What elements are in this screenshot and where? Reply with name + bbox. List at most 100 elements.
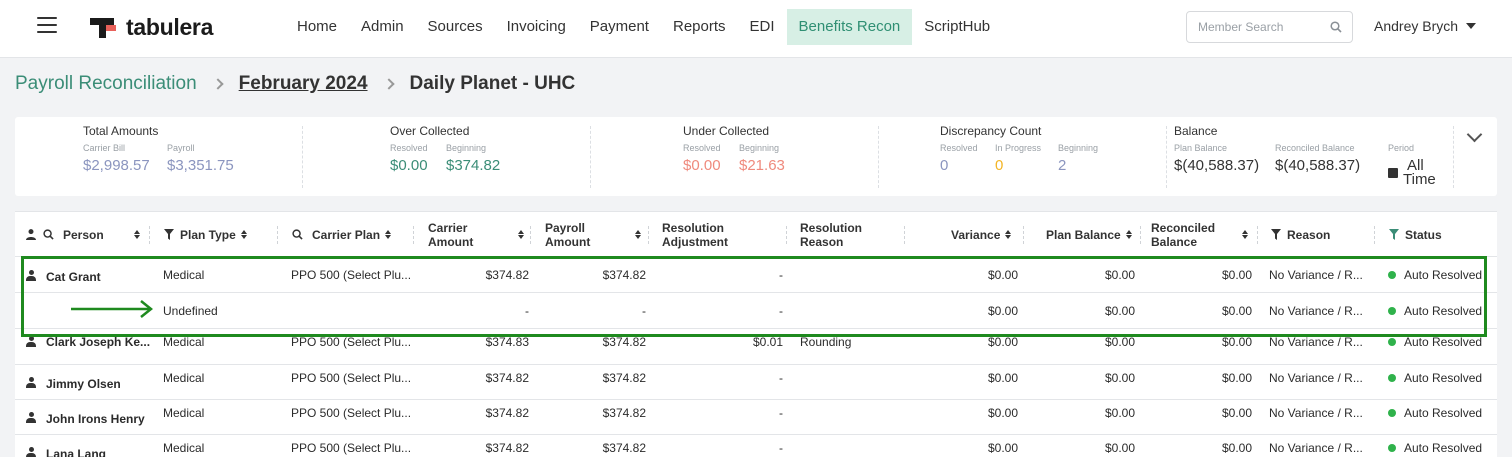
nav-scripthub[interactable]: ScriptHub — [912, 9, 1002, 45]
breadcrumb-month[interactable]: February 2024 — [239, 73, 368, 95]
col-variance[interactable]: Variance — [951, 212, 1012, 257]
cell-plan-balance: $0.00 — [1104, 304, 1135, 318]
nav-sources[interactable]: Sources — [416, 9, 495, 45]
cell-plan-type: Undefined — [163, 304, 218, 318]
cell-payroll-amount: $374.82 — [602, 335, 646, 349]
cell-status: Auto Resolved — [1388, 400, 1497, 435]
balance-title: Balance — [1174, 124, 1218, 138]
cell-plan-type: Medical — [163, 335, 205, 349]
status-dot-icon — [1388, 270, 1396, 279]
person-icon — [26, 412, 36, 423]
cell-payroll-amount: - — [642, 304, 646, 318]
cell-carrier-plan: PPO 500 (Select Plu... — [291, 371, 412, 385]
table-header: Person Plan Type Carrier Plan Carrier Amo… — [15, 212, 1497, 257]
cell-person[interactable]: Lana Lang — [46, 435, 156, 457]
cell-reconciled-balance: $0.00 — [1221, 406, 1252, 420]
col-carrier-amount[interactable]: Carrier Amount — [428, 212, 473, 257]
col-reconciled-balance[interactable]: Reconciled Balance — [1151, 212, 1215, 257]
cell-person[interactable]: Jimmy Olsen — [46, 365, 156, 400]
table-row[interactable]: Jimmy Olsen Medical PPO 500 (Select Plu.… — [15, 365, 1497, 400]
member-search-input[interactable] — [1187, 12, 1317, 42]
nav-invoicing[interactable]: Invoicing — [495, 9, 578, 45]
status-dot-icon — [1388, 306, 1396, 315]
cell-resolution-reason — [800, 258, 900, 293]
col-reason[interactable]: Reason — [1271, 212, 1330, 257]
col-resolution-adjustment[interactable]: Resolution Adjustment — [662, 212, 728, 257]
chevron-down-icon[interactable] — [1466, 126, 1483, 143]
cell-status: Auto Resolved — [1388, 365, 1497, 400]
filter-icon[interactable] — [164, 229, 174, 240]
cell-person[interactable]: Clark Joseph Ke... — [46, 330, 156, 365]
col-plan-type[interactable]: Plan Type — [164, 212, 247, 257]
col-status[interactable]: Status — [1389, 212, 1442, 257]
sort-icon[interactable] — [240, 230, 247, 239]
filter-icon[interactable] — [1389, 229, 1399, 240]
calendar-icon[interactable] — [1388, 168, 1398, 178]
col-carrier-amount-label-2: Amount — [428, 234, 474, 249]
filter-icon[interactable] — [1271, 229, 1281, 240]
sort-icon[interactable] — [635, 230, 641, 239]
status-dot-icon — [1388, 373, 1396, 382]
table-row[interactable]: John Irons Henry Medical PPO 500 (Select… — [15, 400, 1497, 435]
divider — [1166, 126, 1167, 188]
cell-payroll-amount: $374.82 — [602, 268, 646, 282]
cell-person[interactable]: John Irons Henry — [46, 400, 156, 435]
logo[interactable]: tabulera — [90, 14, 213, 41]
status-text: Auto Resolved — [1404, 406, 1483, 420]
col-resolution-reason-label-2: Reason — [800, 234, 844, 249]
sort-icon[interactable] — [1005, 230, 1012, 239]
search-icon[interactable] — [43, 229, 54, 240]
nav-admin[interactable]: Admin — [349, 9, 416, 45]
nav-payment[interactable]: Payment — [578, 9, 661, 45]
search-icon[interactable] — [1330, 21, 1342, 33]
period-value[interactable]: All Time — [1403, 158, 1436, 187]
col-status-label: Status — [1405, 227, 1442, 242]
cell-status: Auto Resolved — [1388, 435, 1497, 457]
col-plan-balance[interactable]: Plan Balance — [1046, 212, 1132, 257]
sort-icon[interactable] — [1125, 230, 1132, 239]
cell-person[interactable]: Cat Grant — [46, 258, 156, 293]
status-text: Auto Resolved — [1404, 304, 1483, 318]
over-resolved-label: Resolved — [390, 143, 428, 153]
nav-reports[interactable]: Reports — [661, 9, 738, 45]
period-label: Period — [1388, 143, 1415, 153]
table-row[interactable]: Clark Joseph Ke... Medical PPO 500 (Sele… — [15, 330, 1497, 365]
col-resolution-reason[interactable]: Resolution Reason — [800, 212, 862, 257]
divider — [878, 126, 879, 188]
breadcrumb-payroll-reconciliation[interactable]: Payroll Reconciliation — [15, 73, 197, 95]
reconciliation-table: Person Plan Type Carrier Plan Carrier Amo… — [15, 211, 1497, 457]
cell-status: Auto Resolved — [1388, 330, 1497, 365]
cell-payroll-amount: $374.82 — [602, 441, 646, 455]
nav-home[interactable]: Home — [285, 9, 349, 45]
cell-plan-balance: $0.00 — [1104, 441, 1135, 455]
summary-panel: Total Amounts Carrier Bill Payroll $2,99… — [15, 117, 1497, 196]
cell-carrier-amount: $374.82 — [485, 406, 529, 420]
table-row[interactable]: Lana Lang Medical PPO 500 (Select Plu...… — [15, 435, 1497, 457]
sort-icon[interactable] — [134, 230, 140, 239]
col-person[interactable]: Person — [26, 212, 104, 257]
col-payroll-amount[interactable]: Payroll Amount — [545, 212, 590, 257]
cell-variance: $0.00 — [987, 304, 1018, 318]
period-line-2: Time — [1403, 171, 1436, 188]
under-beginning-value: $21.63 — [739, 157, 785, 174]
table-row[interactable]: Undefined - - - $0.00 $0.00 $0.00 No Var… — [15, 294, 1497, 329]
nav-edi[interactable]: EDI — [738, 9, 787, 45]
status-dot-icon — [1388, 443, 1396, 452]
cell-carrier-plan: PPO 500 (Select Plu... — [291, 441, 412, 455]
sort-icon[interactable] — [385, 230, 392, 239]
user-menu[interactable]: Andrey Brych — [1374, 18, 1477, 34]
cell-variance: $0.00 — [987, 268, 1018, 282]
cell-reconciled-balance: $0.00 — [1221, 304, 1252, 318]
col-carrier-plan[interactable]: Carrier Plan — [292, 212, 392, 257]
sort-icon[interactable] — [518, 230, 524, 239]
cell-reason: No Variance / R... — [1269, 304, 1363, 318]
table-row[interactable]: Cat Grant Medical PPO 500 (Select Plu...… — [15, 258, 1497, 293]
discrepancy-resolved-label: Resolved — [940, 143, 978, 153]
nav-benefits-recon[interactable]: Benefits Recon — [786, 9, 913, 45]
col-reconciled-balance-label-1: Reconciled — [1151, 220, 1216, 235]
sort-icon[interactable] — [1242, 230, 1248, 239]
cell-reason: No Variance / R... — [1269, 371, 1363, 385]
search-icon[interactable] — [292, 229, 303, 240]
status-text: Auto Resolved — [1404, 441, 1483, 455]
hamburger-menu-icon[interactable] — [37, 17, 57, 33]
